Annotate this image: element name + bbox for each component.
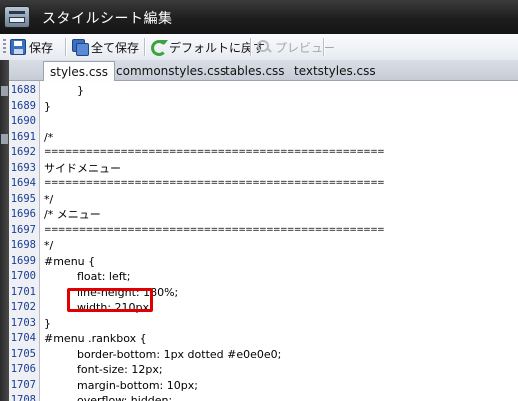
background-window-mark: [1, 134, 8, 144]
line-number: 1708: [10, 394, 36, 401]
line-number: 1689: [10, 99, 36, 112]
tab-styles-css[interactable]: styles.css: [43, 61, 115, 81]
code-line: */: [44, 239, 54, 252]
line-number: 1694: [10, 177, 36, 189]
toolbar-separator: [323, 38, 324, 56]
tab-label: commonstyles.css: [116, 64, 227, 78]
app-icon[interactable]: [4, 6, 30, 28]
code-line: }: [77, 84, 84, 97]
magnifier-icon: [256, 39, 272, 55]
floppy-disk-icon: [10, 39, 26, 55]
tab-textstyles-css[interactable]: textstyles.css: [294, 62, 376, 80]
toolbar-grip-icon[interactable]: [3, 39, 6, 55]
line-number: 1696: [10, 208, 36, 220]
line-number: 1704: [10, 332, 36, 344]
css-editor[interactable]: 1688 1689 1690 1691 1692 1693 1694 1695 …: [9, 81, 518, 401]
line-number: 1698: [10, 239, 36, 251]
window-title: スタイルシート編集: [42, 11, 173, 27]
code-line: /* メニュー: [44, 208, 101, 221]
line-number: 1695: [10, 192, 36, 205]
save-button-label: 保存: [29, 40, 54, 55]
code-line: font-size: 12px;: [77, 363, 163, 376]
tab-label: styles.css: [50, 64, 108, 79]
code-line: }: [44, 316, 51, 330]
toolbar-separator: [250, 38, 251, 56]
line-number: 1703: [10, 316, 36, 329]
tab-commonstyles-css[interactable]: commonstyles.css: [116, 62, 226, 80]
line-number: 1699: [10, 254, 36, 267]
line-number: 1702: [10, 301, 36, 313]
background-window-mark: [1, 86, 8, 96]
code-line: */: [44, 192, 54, 206]
line-number: 1692: [10, 146, 36, 158]
code-line: }: [44, 99, 51, 113]
line-number: 1700: [10, 270, 36, 282]
toolbar: 保存 全て保存 デフォルトに戻す プレビュー: [0, 34, 518, 61]
line-number: 1707: [10, 378, 36, 391]
preview-button-label: プレビュー: [275, 40, 336, 55]
line-number: 1701: [10, 285, 36, 298]
line-number: 1693: [10, 161, 36, 174]
code-line: サイドメニュー: [44, 161, 121, 175]
line-number: 1706: [10, 363, 36, 375]
line-number: 1688: [10, 84, 36, 96]
code-line: margin-bottom: 10px;: [77, 378, 198, 392]
toolbar-separator: [144, 38, 145, 56]
refresh-icon: [150, 39, 168, 56]
tab-tables-css[interactable]: tables.css: [225, 62, 285, 80]
code-line: ========================================…: [44, 224, 385, 235]
line-number: 1691: [10, 130, 36, 143]
title-bar: スタイルシート編集: [0, 0, 518, 35]
line-number: 1705: [10, 347, 36, 360]
code-line: /*: [44, 130, 54, 144]
code-line: ========================================…: [44, 147, 385, 157]
code-line: #menu {: [44, 254, 96, 268]
code-line: overflow: hidden;: [77, 394, 173, 401]
save-all-button-label: 全て保存: [91, 40, 140, 55]
line-number: 1697: [10, 223, 36, 236]
toolbar-separator: [65, 38, 66, 56]
code-line: #menu .rankbox {: [44, 332, 147, 345]
tab-label: textstyles.css: [294, 64, 376, 78]
file-tab-bar: styles.css commonstyles.css tables.css t…: [9, 60, 518, 81]
save-all-button[interactable]: 全て保存: [72, 37, 139, 57]
background-window-edge: [0, 60, 9, 401]
reset-default-button[interactable]: デフォルトに戻す: [150, 37, 265, 57]
multi-floppy-icon: [72, 39, 89, 56]
tab-label: tables.css: [225, 64, 285, 78]
code-line: ========================================…: [44, 178, 385, 188]
code-line: border-bottom: 1px dotted #e0e0e0;: [77, 347, 282, 361]
highlight-annotation-box: [67, 288, 153, 312]
line-number: 1690: [10, 115, 36, 127]
save-button[interactable]: 保存: [10, 37, 53, 57]
code-line: float: left;: [77, 270, 131, 283]
